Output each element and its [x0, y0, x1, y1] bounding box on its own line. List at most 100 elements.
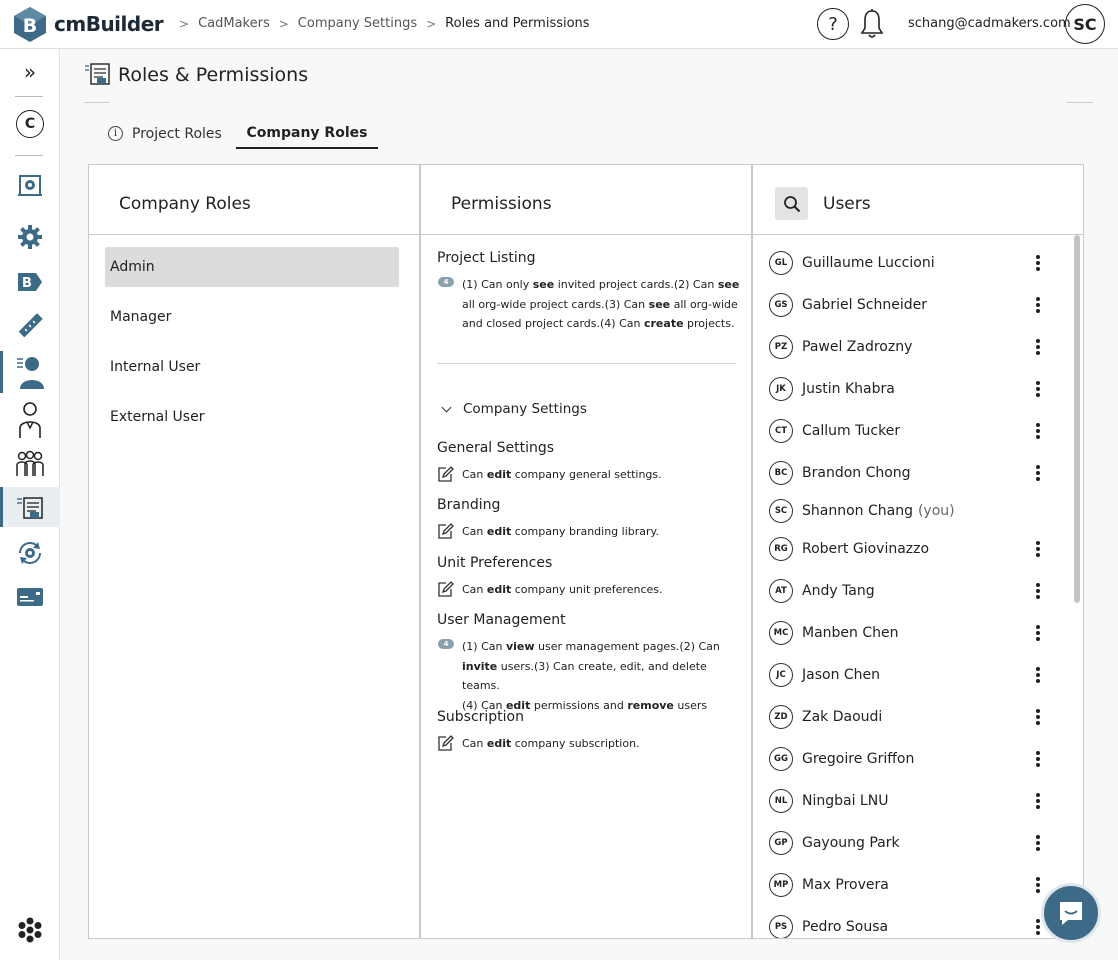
- user-name: Manben Chen: [802, 625, 899, 641]
- user-row[interactable]: MC Manben Chen: [769, 616, 1059, 650]
- user-row[interactable]: PZ Pawel Zadrozny: [769, 330, 1059, 364]
- sidebar-item-subscription[interactable]: [0, 577, 60, 617]
- role-item-admin[interactable]: Admin: [105, 247, 399, 287]
- more-options-icon[interactable]: [1036, 751, 1040, 767]
- role-item-manager[interactable]: Manager: [105, 297, 399, 337]
- sidebar-item-units[interactable]: [0, 306, 60, 346]
- more-options-icon[interactable]: [1036, 877, 1040, 893]
- permission-user-management-title: User Management: [437, 612, 566, 628]
- user-row[interactable]: JK Justin Khabra: [769, 372, 1059, 406]
- breadcrumb-company-settings[interactable]: Company Settings: [298, 16, 417, 31]
- company-roles-panel: Company Roles Admin Manager Internal Use…: [88, 164, 420, 939]
- sidebar-item-roles-permissions[interactable]: [0, 487, 60, 527]
- person-outline-icon: [19, 402, 41, 438]
- apps-menu-button[interactable]: [0, 910, 60, 950]
- user-row[interactable]: MP Max Provera: [769, 868, 1059, 902]
- breadcrumb-cadmakers[interactable]: CadMakers: [198, 16, 270, 31]
- tab-project-roles[interactable]: i Project Roles: [108, 118, 222, 149]
- company-switcher[interactable]: C: [0, 104, 60, 144]
- tab-company-roles[interactable]: Company Roles: [236, 118, 378, 149]
- sidebar-item-sync[interactable]: [0, 533, 60, 573]
- building-gear-icon: [18, 175, 42, 196]
- permission-description: Can edit company subscription.: [462, 737, 640, 750]
- user-avatar[interactable]: SC: [1065, 4, 1105, 44]
- more-options-icon[interactable]: [1036, 919, 1040, 935]
- user-name: Jason Chen: [802, 667, 881, 683]
- user-row[interactable]: NL Ningbai LNU: [769, 784, 1059, 818]
- user-row[interactable]: PS Pedro Sousa: [769, 910, 1059, 938]
- user-row[interactable]: GL Guillaume Luccioni: [769, 246, 1059, 280]
- user-row[interactable]: GG Gregoire Griffon: [769, 742, 1059, 776]
- user-row[interactable]: BC Brandon Chong: [769, 456, 1059, 490]
- panel-header: Company Roles: [89, 165, 419, 235]
- company-settings-toggle[interactable]: Company Settings: [440, 401, 587, 417]
- more-options-icon[interactable]: [1036, 835, 1040, 851]
- sidebar-item-people[interactable]: [0, 399, 60, 441]
- more-options-icon[interactable]: [1036, 541, 1040, 557]
- top-bar: B cmBuilder > CadMakers > Company Settin…: [0, 0, 1118, 49]
- role-item-internal-user[interactable]: Internal User: [105, 347, 399, 387]
- user-name: Gayoung Park: [802, 835, 900, 851]
- permission-description: Can edit company general settings.: [462, 468, 662, 481]
- info-icon: i: [108, 126, 123, 141]
- permission-subscription-title: Subscription: [437, 709, 524, 725]
- roles-permissions-icon: [85, 63, 110, 85]
- more-options-icon[interactable]: [1036, 667, 1040, 683]
- expand-sidebar-button[interactable]: »: [0, 52, 60, 92]
- credit-card-icon: [17, 588, 43, 606]
- sidebar: » C B: [0, 49, 60, 960]
- level-count-badge: 4: [438, 639, 454, 649]
- company-icon: C: [16, 110, 44, 138]
- user-name: Justin Khabra: [802, 381, 895, 397]
- search-button[interactable]: [775, 187, 808, 220]
- user-row[interactable]: CT Callum Tucker: [769, 414, 1059, 448]
- more-options-icon[interactable]: [1036, 625, 1040, 641]
- scrollbar[interactable]: [1074, 235, 1080, 603]
- user-row[interactable]: GS Gabriel Schneider: [769, 288, 1059, 322]
- breadcrumb: > CadMakers > Company Settings > Roles a…: [170, 16, 590, 31]
- more-options-icon[interactable]: [1036, 709, 1040, 725]
- sidebar-item-settings[interactable]: [0, 217, 60, 257]
- ruler-icon: [18, 313, 43, 338]
- cmbuilder-logo-icon[interactable]: B: [13, 6, 47, 43]
- more-options-icon[interactable]: [1036, 465, 1040, 481]
- svg-text:B: B: [23, 15, 37, 37]
- user-row[interactable]: AT Andy Tang: [769, 574, 1059, 608]
- sidebar-item-teams[interactable]: [0, 443, 60, 483]
- role-item-external-user[interactable]: External User: [105, 397, 399, 437]
- more-options-icon[interactable]: [1036, 583, 1040, 599]
- user-row[interactable]: GP Gayoung Park: [769, 826, 1059, 860]
- sidebar-item-dashboard[interactable]: [0, 164, 60, 204]
- user-row[interactable]: JC Jason Chen: [769, 658, 1059, 692]
- sidebar-item-user-management[interactable]: [0, 351, 60, 393]
- user-avatar: PS: [769, 915, 793, 938]
- divider: [15, 155, 43, 156]
- user-name: Ningbai LNU: [802, 793, 889, 809]
- permission-description: Can edit company branding library.: [462, 525, 659, 538]
- more-options-icon[interactable]: [1036, 255, 1040, 271]
- more-options-icon[interactable]: [1036, 339, 1040, 355]
- sidebar-item-branding[interactable]: B: [0, 262, 60, 302]
- user-name: Pedro Sousa: [802, 919, 889, 935]
- edit-icon: [438, 466, 454, 482]
- more-options-icon[interactable]: [1036, 793, 1040, 809]
- user-row[interactable]: RG Robert Giovinazzo: [769, 532, 1059, 566]
- more-options-icon[interactable]: [1036, 423, 1040, 439]
- user-name: Guillaume Luccioni: [802, 255, 935, 271]
- user-avatar: GG: [769, 747, 793, 771]
- divider: [84, 102, 110, 103]
- more-options-icon[interactable]: [1036, 381, 1040, 397]
- chat-button[interactable]: [1041, 883, 1101, 943]
- help-button[interactable]: ?: [817, 8, 849, 40]
- more-options-icon[interactable]: [1036, 297, 1040, 313]
- flower-apps-icon: [18, 917, 42, 943]
- user-row[interactable]: SC Shannon Chang (you): [769, 494, 1059, 528]
- user-name: Gabriel Schneider: [802, 297, 928, 313]
- user-row[interactable]: ZD Zak Daoudi: [769, 700, 1059, 734]
- panel-header: Users: [753, 165, 1083, 235]
- user-avatar: SC: [769, 499, 793, 523]
- panel-header: Permissions: [421, 165, 751, 235]
- brand-tag-icon: B: [18, 273, 42, 291]
- user-email: schang@cadmakers.com: [908, 16, 1071, 31]
- bell-icon[interactable]: [859, 8, 885, 40]
